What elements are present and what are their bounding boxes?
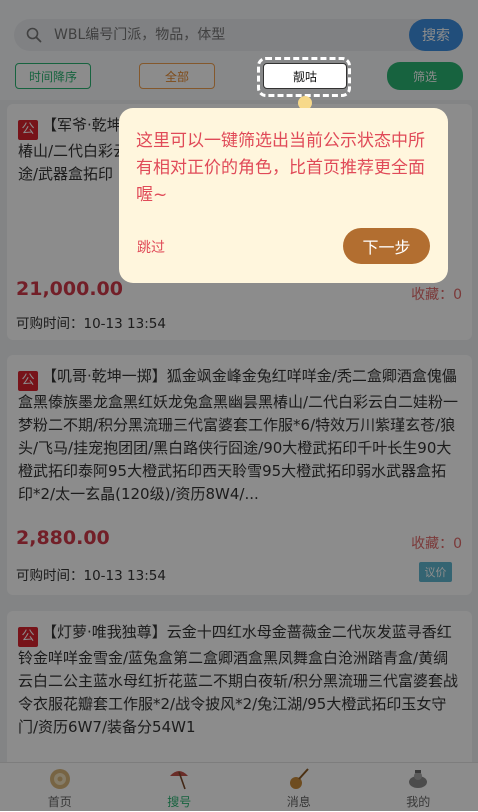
guide-tooltip: 这里可以一键筛选出当前公示状态中所有相对正价的角色，比首页推荐更全面喔~ 跳过 …	[119, 108, 448, 283]
guide-text: 这里可以一键筛选出当前公示状态中所有相对正价的角色，比首页推荐更全面喔~	[136, 128, 432, 209]
skip-button[interactable]: 跳过	[137, 237, 165, 257]
next-step-button[interactable]: 下一步	[343, 228, 430, 264]
liang-filter-button[interactable]: 靓咕	[263, 63, 347, 89]
